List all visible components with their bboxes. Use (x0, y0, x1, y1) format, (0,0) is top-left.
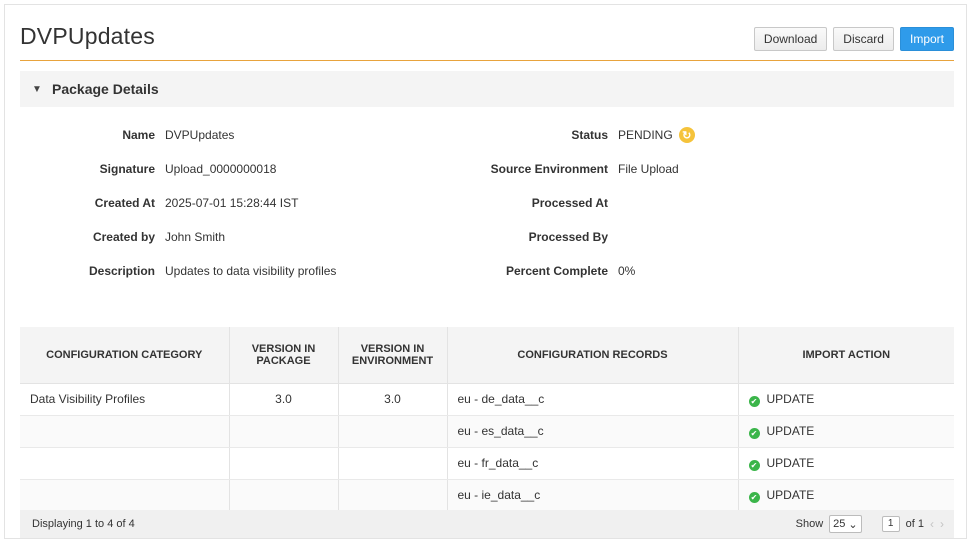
check-circle-icon: ✔ (748, 459, 760, 471)
cell-version-env (338, 447, 448, 480)
section-title: Package Details (52, 81, 159, 97)
cell-import-action: ✔ UPDATE (738, 447, 954, 480)
page-header: DVPUpdates Download Discard Import (20, 15, 954, 61)
detail-label: Processed By (528, 230, 608, 244)
cell-version-env: 3.0 (338, 383, 448, 416)
table-header-row: CONFIGURATION CATEGORY VERSION IN PACKAG… (20, 327, 954, 384)
detail-status: Status PENDING ↻ (20, 125, 695, 145)
cell-record: eu - ie_data__c (447, 479, 739, 512)
detail-source-environment: Source Environment File Upload (20, 159, 679, 179)
download-button[interactable]: Download (753, 27, 828, 51)
cell-import-action: ✔ UPDATE (738, 383, 954, 416)
package-details-toggle[interactable]: ▼ Package Details (20, 71, 954, 107)
page-size-value: 25 (833, 518, 846, 530)
table-row: eu - es_data__c ✔ UPDATE (20, 415, 954, 448)
table-row: eu - ie_data__c ✔ UPDATE (20, 479, 954, 512)
cell-version-package (229, 415, 339, 448)
cell-record: eu - de_data__c (447, 383, 739, 416)
configuration-table: CONFIGURATION CATEGORY VERSION IN PACKAG… (20, 327, 954, 512)
cell-import-action: ✔ UPDATE (738, 479, 954, 512)
cell-record: eu - fr_data__c (447, 447, 739, 480)
next-page-icon[interactable]: › (940, 517, 944, 531)
detail-label: Percent Complete (505, 264, 608, 278)
page-size-select[interactable]: 25 ⌄ (829, 515, 862, 533)
detail-value: File Upload (618, 162, 679, 176)
check-circle-icon: ✔ (748, 491, 760, 503)
previous-page-icon[interactable]: ‹ (930, 517, 934, 531)
status-text: PENDING (618, 128, 673, 142)
detail-label: Status (571, 128, 608, 142)
check-circle-icon: ✔ (748, 427, 760, 439)
cell-version-package (229, 447, 339, 480)
detail-label: Source Environment (490, 162, 608, 176)
column-header-category[interactable]: CONFIGURATION CATEGORY (20, 327, 230, 384)
cell-category (20, 479, 230, 512)
cell-category: Data Visibility Profiles (20, 383, 230, 416)
table-footer: Displaying 1 to 4 of 4 Show 25 ⌄ 1 of 1 … (20, 510, 954, 538)
cell-category (20, 447, 230, 480)
column-header-import-action[interactable]: IMPORT ACTION (738, 327, 954, 384)
detail-percent-complete: Percent Complete 0% (20, 261, 635, 281)
cell-version-package (229, 479, 339, 512)
cell-record: eu - es_data__c (447, 415, 739, 448)
header-actions: Download Discard Import (753, 27, 954, 51)
pending-clock-icon: ↻ (678, 127, 695, 143)
page-title: DVPUpdates (20, 23, 155, 49)
package-details: Name DVPUpdates Signature Upload_0000000… (20, 117, 954, 287)
import-package-panel: DVPUpdates Download Discard Import ▼ Pac… (4, 4, 967, 539)
detail-value: 0% (618, 264, 636, 278)
show-label: Show (795, 518, 824, 530)
cell-import-action: ✔ UPDATE (738, 415, 954, 448)
action-text: UPDATE (766, 487, 815, 502)
action-text: UPDATE (766, 455, 815, 470)
chevron-down-icon: ⌄ (848, 518, 858, 531)
detail-processed-at: Processed At (20, 193, 618, 213)
column-header-records[interactable]: CONFIGURATION RECORDS (447, 327, 739, 384)
import-button[interactable]: Import (899, 27, 954, 51)
column-header-version-package[interactable]: VERSION IN PACKAGE (229, 327, 339, 384)
detail-processed-by: Processed By (20, 227, 618, 247)
status-value: PENDING ↻ (618, 127, 695, 143)
displaying-count: Displaying 1 to 4 of 4 (32, 518, 135, 530)
page-of-label: of 1 (905, 518, 924, 530)
cell-version-env (338, 415, 448, 448)
cell-category (20, 415, 230, 448)
table-row: Data Visibility Profiles 3.0 3.0 eu - de… (20, 383, 954, 416)
discard-button[interactable]: Discard (833, 27, 894, 51)
caret-down-icon: ▼ (32, 83, 42, 95)
page-number-input[interactable]: 1 (881, 516, 900, 532)
action-text: UPDATE (766, 423, 815, 438)
check-circle-icon: ✔ (748, 395, 760, 407)
cell-version-env (338, 479, 448, 512)
column-header-version-environment[interactable]: VERSION IN ENVIRONMENT (338, 327, 448, 384)
pagination: Show 25 ⌄ 1 of 1 ‹ › (796, 515, 944, 533)
action-text: UPDATE (766, 391, 815, 406)
detail-label: Processed At (531, 196, 608, 210)
table-row: eu - fr_data__c ✔ UPDATE (20, 447, 954, 480)
cell-version-package: 3.0 (229, 383, 339, 416)
